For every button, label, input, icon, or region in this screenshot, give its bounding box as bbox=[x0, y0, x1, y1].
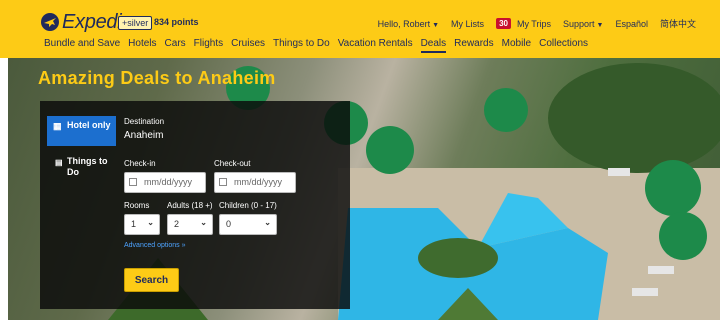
adults-select[interactable]: 2 ⌄ bbox=[167, 214, 213, 235]
calendar-icon bbox=[129, 178, 137, 186]
my-trips-link[interactable]: My Trips bbox=[517, 19, 551, 29]
nav-hotels[interactable]: Hotels bbox=[128, 38, 156, 53]
advanced-options-link[interactable]: Advanced options » bbox=[124, 242, 186, 249]
nav-collections[interactable]: Collections bbox=[539, 38, 588, 53]
nav-rewards[interactable]: Rewards bbox=[454, 38, 493, 53]
site-header: Expedia +silver 834 points Hello, Robert… bbox=[0, 0, 720, 58]
chevron-down-icon: ⌄ bbox=[200, 218, 207, 227]
support-label: Support bbox=[562, 18, 595, 29]
search-button[interactable]: Search bbox=[124, 268, 179, 292]
account-menu[interactable]: Hello, Robert ▼ bbox=[378, 19, 439, 29]
chevron-down-icon: ▼ bbox=[596, 21, 604, 29]
checkin-input[interactable]: mm/dd/yyyy bbox=[124, 172, 206, 193]
points-balance[interactable]: 834 points bbox=[154, 17, 199, 27]
top-navigation: Hello, Robert ▼ My Lists 30 My Trips Supp… bbox=[366, 17, 696, 30]
chinese-language-link[interactable]: 简体中文 bbox=[660, 17, 696, 30]
tab-things-label: Things to Do bbox=[67, 156, 108, 177]
nav-vacation-rentals[interactable]: Vacation Rentals bbox=[338, 38, 413, 53]
chevron-down-icon: ⌄ bbox=[147, 218, 154, 227]
language-link[interactable]: Español bbox=[615, 19, 648, 29]
tier-badge[interactable]: +silver bbox=[118, 16, 153, 30]
globe-plane-icon bbox=[41, 13, 59, 31]
support-menu[interactable]: Support ▼ bbox=[563, 19, 603, 29]
children-value: 0 bbox=[226, 219, 232, 229]
nav-mobile[interactable]: Mobile bbox=[502, 38, 531, 53]
building-icon: ▦ bbox=[53, 121, 62, 131]
tab-hotel-only[interactable]: ▦ Hotel only bbox=[47, 116, 116, 146]
checkin-placeholder: mm/dd/yyyy bbox=[144, 177, 193, 187]
children-label: Children (0 - 17) bbox=[219, 201, 277, 210]
adults-value: 2 bbox=[174, 219, 180, 229]
nav-deals[interactable]: Deals bbox=[420, 38, 447, 53]
hero-title: Amazing Deals to Anaheim bbox=[38, 68, 276, 88]
message-count-badge[interactable]: 30 bbox=[496, 18, 511, 29]
children-select[interactable]: 0 ⌄ bbox=[219, 214, 277, 235]
greeting-label: Hello, Robert bbox=[377, 18, 431, 29]
rooms-value: 1 bbox=[131, 219, 137, 229]
my-lists-link[interactable]: My Lists bbox=[451, 19, 484, 29]
nav-cars[interactable]: Cars bbox=[165, 38, 186, 53]
chevron-down-icon: ▼ bbox=[432, 21, 440, 29]
nav-flights[interactable]: Flights bbox=[194, 38, 223, 53]
destination-label: Destination bbox=[124, 117, 165, 126]
destination-input[interactable]: Anaheim bbox=[124, 130, 163, 141]
ticket-icon: ▤ bbox=[55, 158, 63, 167]
tab-hotel-label: Hotel only bbox=[67, 120, 111, 130]
checkout-input[interactable]: mm/dd/yyyy bbox=[214, 172, 296, 193]
main-navigation: Bundle and Save Hotels Cars Flights Crui… bbox=[44, 38, 596, 53]
chevron-down-icon: ⌄ bbox=[264, 218, 271, 227]
checkin-label: Check-in bbox=[124, 159, 156, 168]
rooms-label: Rooms bbox=[124, 201, 150, 210]
checkout-placeholder: mm/dd/yyyy bbox=[234, 177, 283, 187]
calendar-icon bbox=[219, 178, 227, 186]
nav-bundle-and-save[interactable]: Bundle and Save bbox=[44, 38, 120, 53]
tab-things-to-do[interactable]: ▤ Things to Do bbox=[55, 156, 117, 184]
adults-label: Adults (18 +) bbox=[167, 201, 213, 210]
nav-cruises[interactable]: Cruises bbox=[231, 38, 265, 53]
checkout-label: Check-out bbox=[214, 159, 251, 168]
rooms-select[interactable]: 1 ⌄ bbox=[124, 214, 160, 235]
nav-things-to-do[interactable]: Things to Do bbox=[273, 38, 330, 53]
